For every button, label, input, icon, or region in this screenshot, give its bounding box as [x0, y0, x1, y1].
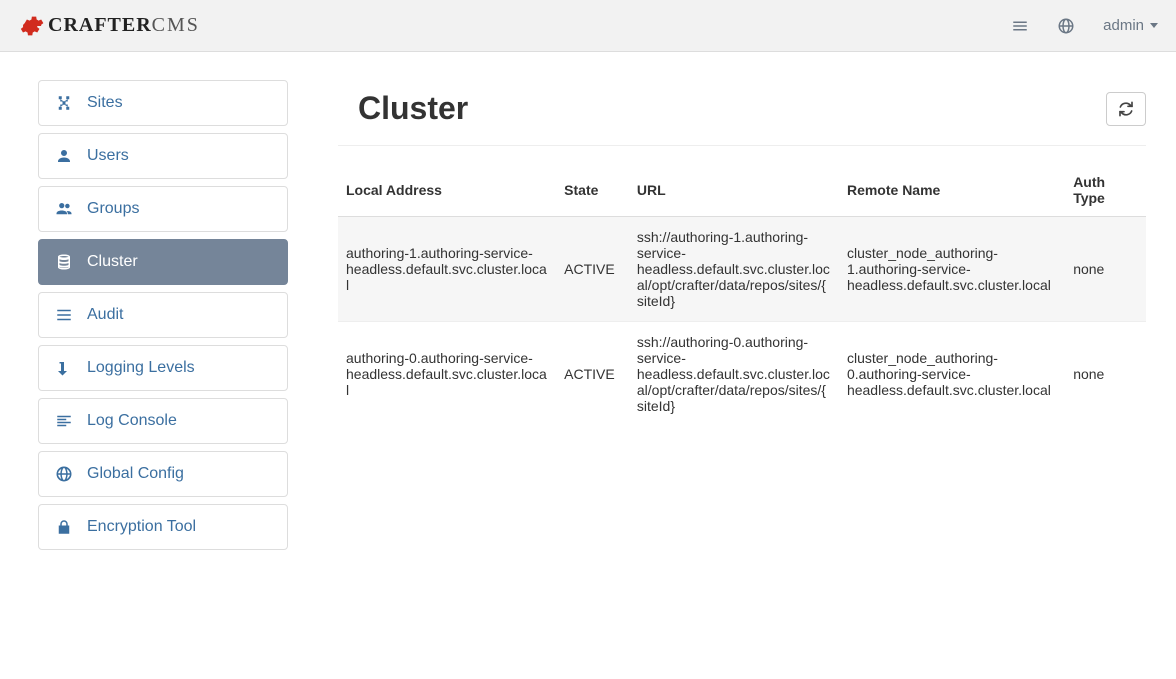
topbar: CRAFTERCMS admin — [0, 0, 1176, 52]
content: Sites Users Groups Cluster Audit Logging Leve… — [0, 52, 1176, 585]
cell-state: ACTIVE — [556, 322, 629, 427]
brand-bold: CRAFTER — [48, 14, 152, 36]
cell-local-address: authoring-0.authoring-service-headless.d… — [338, 322, 556, 427]
lock-icon — [55, 518, 73, 536]
col-remote-name: Remote Name — [839, 164, 1065, 217]
sidebar-item-groups[interactable]: Groups — [38, 186, 288, 232]
sidebar-item-label: Log Console — [87, 412, 177, 430]
sidebar-item-label: Global Config — [87, 465, 184, 483]
cell-auth-type: none — [1065, 217, 1146, 322]
topbar-right: admin — [1011, 17, 1158, 35]
refresh-button[interactable] — [1106, 92, 1146, 126]
sidebar-item-users[interactable]: Users — [38, 133, 288, 179]
sidebar: Sites Users Groups Cluster Audit Logging Leve… — [38, 80, 288, 557]
cell-local-address: authoring-1.authoring-service-headless.d… — [338, 217, 556, 322]
brand-text: CRAFTERCMS — [48, 14, 200, 37]
brand-thin: CMS — [152, 14, 200, 36]
col-local-address: Local Address — [338, 164, 556, 217]
globe-icon — [55, 465, 73, 483]
table-row: authoring-0.authoring-service-headless.d… — [338, 322, 1146, 427]
level-down-icon — [55, 359, 73, 377]
sidebar-item-log-console[interactable]: Log Console — [38, 398, 288, 444]
col-auth-type: Auth Type — [1065, 164, 1146, 217]
sidebar-item-encryption-tool[interactable]: Encryption Tool — [38, 504, 288, 550]
cell-auth-type: none — [1065, 322, 1146, 427]
cell-url: ssh://authoring-1.authoring-service-head… — [629, 217, 839, 322]
table-header-row: Local Address State URL Remote Name Auth… — [338, 164, 1146, 217]
help-icon[interactable] — [1057, 17, 1075, 35]
page-title: Cluster — [358, 90, 468, 127]
sidebar-item-sites[interactable]: Sites — [38, 80, 288, 126]
user-menu[interactable]: admin — [1103, 17, 1158, 34]
user-icon — [55, 147, 73, 165]
sidebar-item-label: Groups — [87, 200, 139, 218]
sidebar-item-logging-levels[interactable]: Logging Levels — [38, 345, 288, 391]
gear-icon — [18, 13, 44, 39]
menu-icon[interactable] — [1011, 17, 1029, 35]
page-header: Cluster — [338, 80, 1146, 146]
cell-state: ACTIVE — [556, 217, 629, 322]
refresh-icon — [1118, 101, 1134, 117]
sidebar-item-label: Encryption Tool — [87, 518, 196, 536]
sidebar-item-global-config[interactable]: Global Config — [38, 451, 288, 497]
sidebar-item-label: Audit — [87, 306, 123, 324]
sidebar-item-label: Cluster — [87, 253, 138, 271]
cell-remote-name: cluster_node_authoring-0.authoring-servi… — [839, 322, 1065, 427]
sitemap-icon — [55, 94, 73, 112]
brand-logo: CRAFTERCMS — [18, 13, 200, 39]
col-state: State — [556, 164, 629, 217]
sidebar-item-audit[interactable]: Audit — [38, 292, 288, 338]
chevron-down-icon — [1150, 23, 1158, 28]
sidebar-item-cluster[interactable]: Cluster — [38, 239, 288, 285]
user-label: admin — [1103, 17, 1144, 34]
list-icon — [55, 306, 73, 324]
database-icon — [55, 253, 73, 271]
cell-url: ssh://authoring-0.authoring-service-head… — [629, 322, 839, 427]
users-icon — [55, 200, 73, 218]
sidebar-item-label: Logging Levels — [87, 359, 195, 377]
cell-remote-name: cluster_node_authoring-1.authoring-servi… — [839, 217, 1065, 322]
cluster-table: Local Address State URL Remote Name Auth… — [338, 164, 1146, 426]
main: Cluster Local Address State URL Remote N… — [338, 80, 1166, 557]
align-left-icon — [55, 412, 73, 430]
sidebar-item-label: Users — [87, 147, 129, 165]
col-url: URL — [629, 164, 839, 217]
table-row: authoring-1.authoring-service-headless.d… — [338, 217, 1146, 322]
sidebar-item-label: Sites — [87, 94, 123, 112]
